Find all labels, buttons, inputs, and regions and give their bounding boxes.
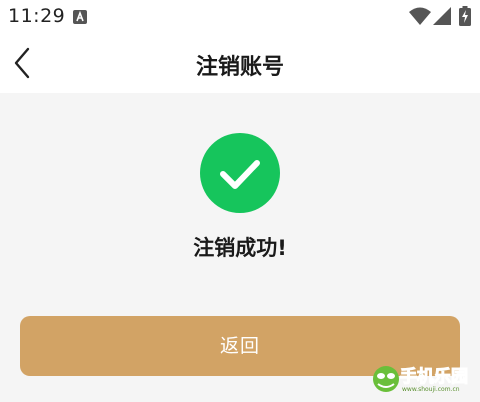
signal-icon xyxy=(433,7,451,29)
success-message: 注销成功! xyxy=(193,236,287,260)
app-notification-icon xyxy=(73,9,87,28)
page-title: 注销账号 xyxy=(195,55,284,80)
checkmark-icon xyxy=(220,160,260,189)
watermark-subtext: www.shouji.com.cn xyxy=(402,386,460,393)
watermark-text: 手机乐园 xyxy=(400,367,469,388)
result-content: 注销成功! 返回 xyxy=(0,93,480,402)
site-watermark: 手机乐园 www.shouji.com.cn xyxy=(370,362,474,398)
wifi-icon xyxy=(409,7,431,29)
watermark-logo-icon xyxy=(373,366,399,392)
battery-charging-icon xyxy=(459,6,471,30)
success-badge xyxy=(200,133,280,213)
nav-bar: 注销账号 xyxy=(0,34,480,93)
status-bar: 11:29 xyxy=(0,0,480,34)
status-time: 11:29 xyxy=(8,5,66,27)
